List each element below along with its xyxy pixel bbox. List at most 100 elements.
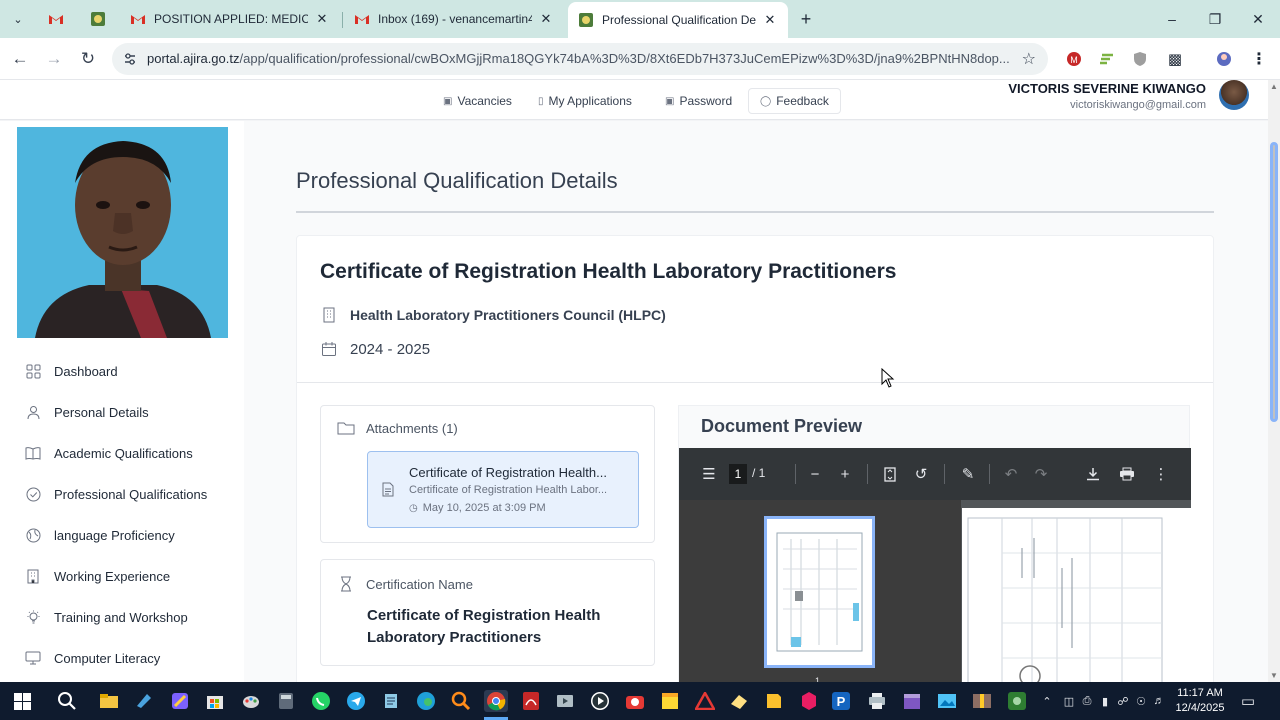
speaker-icon[interactable]: ♬ [1151,693,1167,709]
scroll-up-arrow-icon[interactable]: ▲ [1270,82,1278,91]
browser-menu-icon[interactable]: ⋮ [1250,50,1268,68]
wifi-icon[interactable]: ☉ [1133,693,1149,709]
scroll-down-arrow-icon[interactable]: ▼ [1270,671,1278,680]
microphone-icon[interactable]: ▮ [1097,693,1113,709]
sticky-notes-icon[interactable] [658,690,682,712]
tab-professional-qualification[interactable]: Professional Qualification Detai ✕ [568,2,788,38]
sidebar-item-language-proficiency[interactable]: language Proficiency [24,524,175,546]
folder-icon [337,420,355,436]
sidebar-item-dashboard[interactable]: Dashboard [24,360,118,382]
avatar[interactable] [1219,80,1249,110]
minimize-icon[interactable]: – [1161,8,1183,30]
scrollbar-thumb[interactable] [1270,142,1278,422]
tray-printer-icon[interactable]: ⎙ [1079,693,1095,709]
redo-icon[interactable]: ↷ [1031,464,1051,484]
undo-icon[interactable]: ↶ [1001,464,1021,484]
search-icon[interactable] [55,690,79,712]
notifications-icon[interactable]: ▭ [1240,693,1256,710]
app-multicolor-icon[interactable] [168,690,192,712]
sidebar-item-working-experience[interactable]: Working Experience [24,565,170,587]
search-app-icon[interactable] [449,690,473,712]
system-clock[interactable]: 11:17 AM 12/4/2025 [1172,686,1228,716]
bookmark-star-icon[interactable]: ☆ [1022,49,1036,69]
sidebar-item-training-workshop[interactable]: Training and Workshop [24,606,188,628]
tray-chevron-up-icon[interactable]: ⌃ [1039,693,1055,709]
rotate-icon[interactable]: ↺ [911,464,931,484]
forward-arrow-icon[interactable]: → [43,48,65,70]
window-close-icon[interactable]: ✕ [1247,8,1269,30]
tab-search-chevron-icon[interactable]: ⌄ [6,8,30,30]
sidebar-item-computer-literacy[interactable]: Computer Literacy [24,647,160,669]
building-icon [24,567,42,585]
profile-icon[interactable] [1215,50,1233,68]
nav-vacancies[interactable]: ▣ Vacancies [437,88,518,114]
nav-password[interactable]: ▣ Password [659,88,738,114]
page-thumbnail[interactable] [764,516,875,668]
close-tab-icon[interactable]: ✕ [762,12,778,28]
eraser-app-icon[interactable] [727,690,751,712]
clapper-app-icon[interactable] [900,690,924,712]
address-bar[interactable]: portal.ajira.go.tz/app/qualification/pro… [112,43,1048,75]
archive-app-icon[interactable] [970,690,994,712]
whatsapp-icon[interactable] [309,690,333,712]
video-app-icon[interactable] [553,690,577,712]
store-icon[interactable] [203,690,227,712]
notes-app-icon[interactable] [379,690,403,712]
pink-app-icon[interactable] [797,690,821,712]
p-app-icon[interactable]: P [829,690,853,712]
note-app-icon[interactable] [762,690,786,712]
reload-icon[interactable]: ↻ [77,48,99,70]
chrome-icon[interactable] [484,690,508,712]
lightbulb-icon [24,608,42,626]
zoom-out-icon[interactable]: − [805,464,825,484]
page-scrollbar[interactable]: ▲ ▼ [1268,80,1280,682]
app-paint-icon[interactable] [239,690,263,712]
gmail-icon [49,15,63,24]
sidebar-item-academic-qualifications[interactable]: Academic Qualifications [24,442,193,464]
annotate-icon[interactable]: ✎ [958,464,978,484]
windows-start-icon[interactable] [10,690,34,712]
extension-shield-icon[interactable] [1131,50,1149,68]
tab-inbox[interactable]: Inbox (169) - venancemartin49 ✕ [344,5,564,33]
calculator-icon[interactable] [274,690,298,712]
sidebar-item-personal-details[interactable]: Personal Details [24,401,149,423]
attachment-title: Certificate of Registration Health... [409,465,607,480]
app-blue-file-icon[interactable] [132,690,156,712]
green-app-icon[interactable] [1005,690,1029,712]
url-text[interactable]: portal.ajira.go.tz/app/qualification/pro… [147,51,1017,66]
restore-icon[interactable]: ❐ [1204,8,1226,30]
camera-app-icon[interactable] [623,690,647,712]
print-icon[interactable] [1117,464,1137,484]
more-options-icon[interactable]: ⋮ [1151,464,1171,484]
page-number-input[interactable]: 1 [729,464,747,484]
tab-position-applied[interactable]: POSITION APPLIED: MEDICAL L ✕ [120,5,340,33]
back-arrow-icon[interactable]: ← [9,48,31,70]
red-triangle-app-icon[interactable] [693,690,717,712]
extension-green-icon[interactable] [1098,50,1116,68]
download-icon[interactable] [1083,464,1103,484]
pinned-tab-ajira[interactable] [88,9,108,29]
telegram-icon[interactable] [344,690,368,712]
file-explorer-icon[interactable] [97,690,121,712]
edge-icon[interactable] [414,690,438,712]
attachment-file[interactable]: Certificate of Registration Health... Ce… [367,451,639,528]
printer-app-icon[interactable] [865,690,889,712]
tray-app-icon[interactable]: ◫ [1061,693,1077,709]
extensions-puzzle-icon[interactable]: ▩ [1166,50,1184,68]
close-tab-icon[interactable]: ✕ [538,11,554,27]
zoom-in-icon[interactable]: + [835,464,855,484]
pdf-app-icon[interactable] [519,690,543,712]
site-settings-icon[interactable] [122,51,138,67]
new-tab-plus-icon[interactable]: + [796,9,816,29]
nav-my-applications[interactable]: ▯ My Applications [532,88,638,114]
image-app-icon[interactable] [935,690,959,712]
nav-feedback[interactable]: ◯ Feedback [748,88,841,114]
pinned-tab-gmail[interactable] [46,9,66,29]
fit-page-icon[interactable] [880,464,900,484]
sidebar-item-professional-qualifications[interactable]: Professional Qualifications [24,483,207,505]
extension-red-icon[interactable]: M [1065,50,1083,68]
close-tab-icon[interactable]: ✕ [314,11,330,27]
media-player-icon[interactable] [588,690,612,712]
hamburger-menu-icon[interactable]: ☰ [699,464,719,484]
tray-device-icon[interactable]: ☍ [1115,693,1131,709]
